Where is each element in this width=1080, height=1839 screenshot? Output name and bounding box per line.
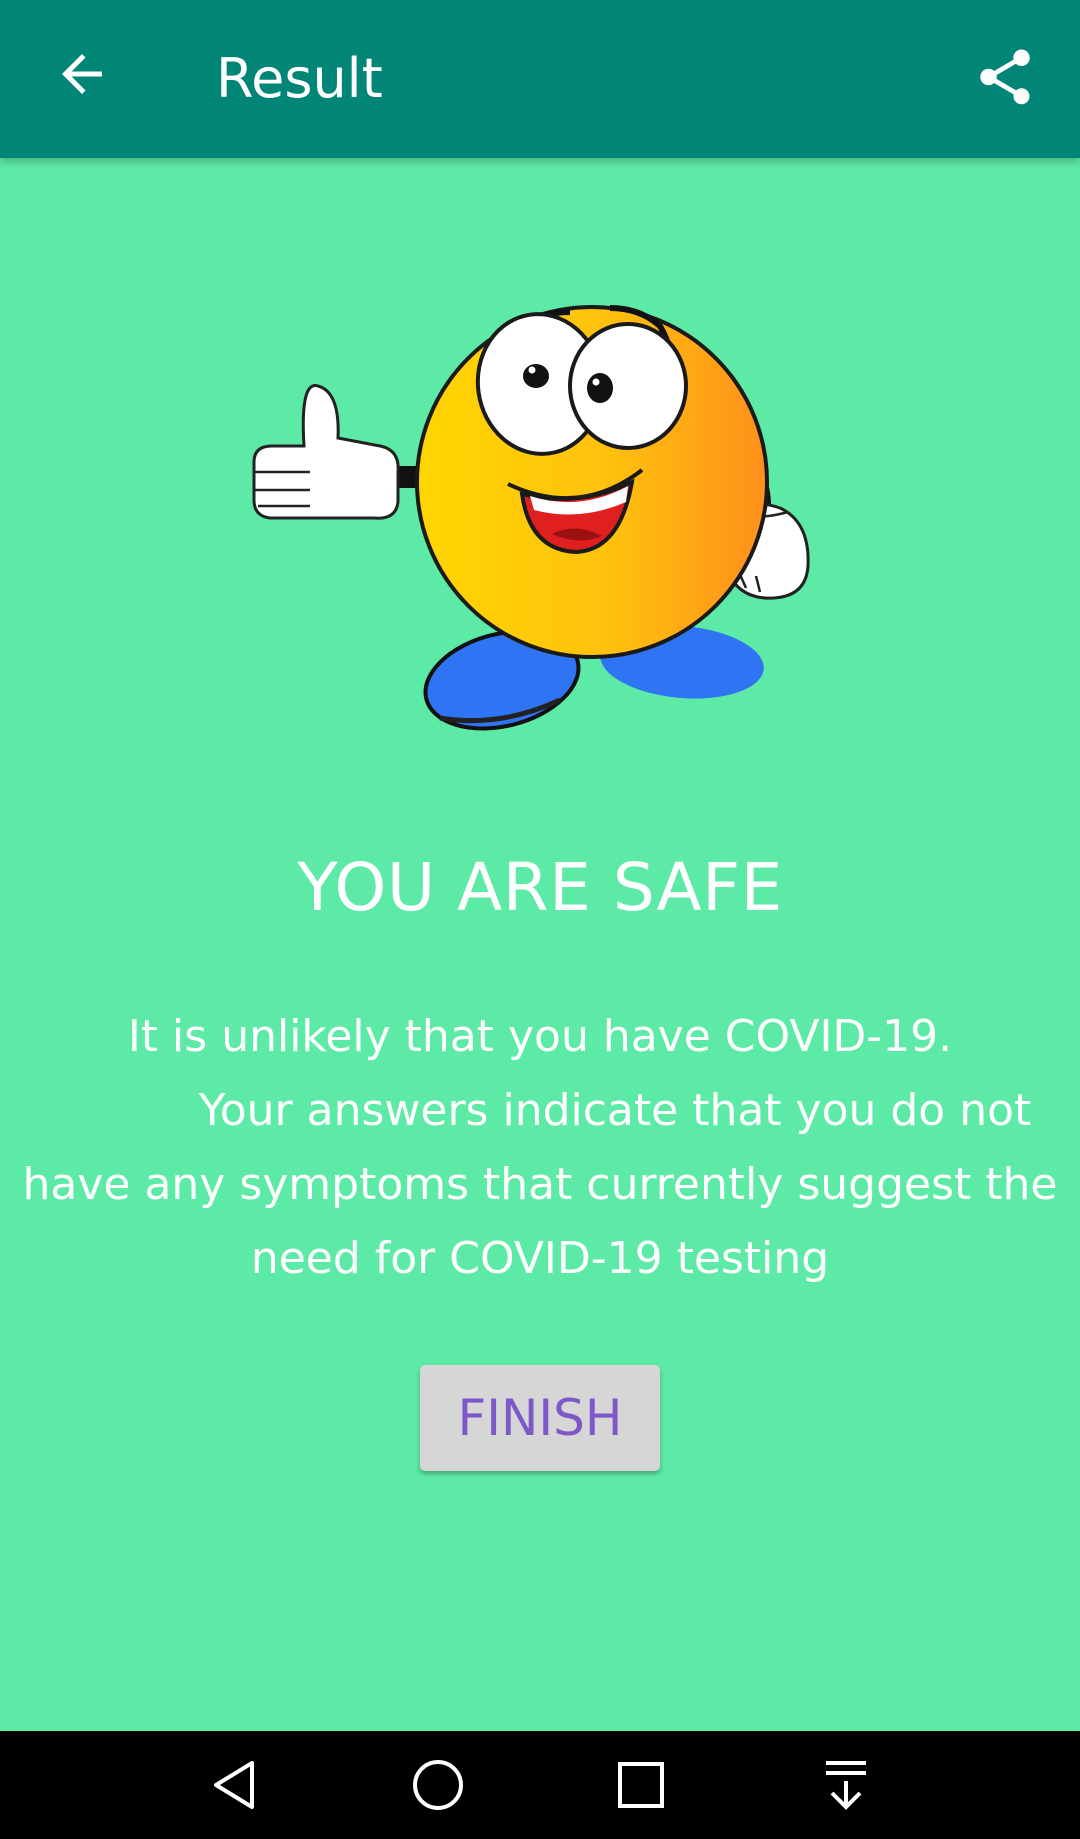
nav-pull-down-button[interactable] xyxy=(806,1745,886,1825)
nav-back-icon xyxy=(214,1761,254,1809)
finish-button[interactable]: FINISH xyxy=(420,1365,660,1471)
message-line: need for COVID-19 testing xyxy=(250,1233,830,1284)
share-icon xyxy=(980,49,1030,105)
message-line: It is unlikely that you have COVID-19. xyxy=(127,1011,953,1062)
page-title: Result xyxy=(216,47,383,110)
message-line: Your answers indicate that you do not xyxy=(198,1085,1032,1136)
nav-recents-button[interactable] xyxy=(601,1745,681,1825)
share-button[interactable] xyxy=(960,32,1050,122)
message-line: have any symptoms that currently suggest… xyxy=(22,1159,1058,1210)
back-button[interactable] xyxy=(40,32,124,116)
nav-home-button[interactable] xyxy=(398,1745,478,1825)
result-heading: YOU ARE SAFE xyxy=(297,849,783,926)
result-screen: Result YOU ARE SAFE It is unlikely that … xyxy=(0,0,1080,1839)
arrow-back-icon xyxy=(62,54,102,94)
nav-back-button[interactable] xyxy=(194,1745,274,1825)
app-bar: Result xyxy=(0,0,1080,158)
nav-home-icon xyxy=(413,1760,463,1810)
nav-recents-icon xyxy=(618,1762,664,1808)
nav-pull-down-icon xyxy=(826,1761,866,1810)
thumbs-up-smiley-mascot xyxy=(252,305,810,731)
system-navigation-bar xyxy=(0,1731,1080,1839)
result-message: It is unlikely that you have COVID-19. Y… xyxy=(0,1000,1080,1296)
